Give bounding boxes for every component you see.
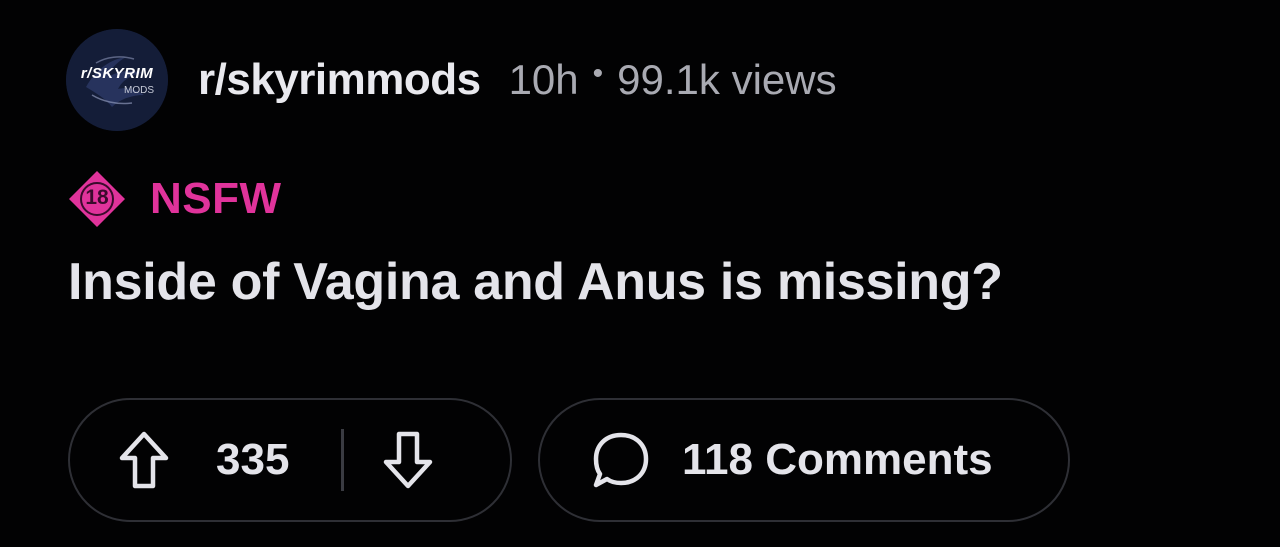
vote-count: 335	[216, 435, 290, 484]
nsfw-badge-text: 18	[85, 186, 109, 209]
subreddit-name-link[interactable]: r/skyrimmods	[198, 55, 481, 105]
vote-bar: 335	[68, 398, 512, 522]
comments-button[interactable]: 118 Comments	[538, 398, 1070, 522]
comment-bubble-icon	[590, 429, 652, 491]
meta-separator: •	[592, 57, 604, 90]
upvote-arrow-icon	[119, 431, 169, 489]
downvote-button[interactable]	[382, 430, 434, 490]
comment-count-label: 118 Comments	[682, 435, 993, 484]
avatar-logo-text: r/SKYRIM	[80, 65, 154, 82]
nsfw-18-icon: 18	[68, 170, 126, 228]
post-header: r/SKYRIM MODS r/skyrimmods 10h • 99.1k v…	[66, 29, 837, 131]
nsfw-tag: 18 NSFW	[68, 170, 282, 228]
post-title[interactable]: Inside of Vagina and Anus is missing?	[68, 252, 1003, 312]
post-card[interactable]: r/SKYRIM MODS r/skyrimmods 10h • 99.1k v…	[0, 0, 1280, 547]
avatar-logo-subtext: MODS	[124, 85, 154, 96]
downvote-arrow-icon	[384, 431, 433, 489]
post-age: 10h	[508, 56, 579, 103]
nsfw-label: NSFW	[150, 174, 282, 223]
upvote-button[interactable]	[118, 430, 170, 490]
subreddit-avatar[interactable]: r/SKYRIM MODS	[66, 29, 168, 131]
vote-divider	[341, 429, 345, 491]
post-views: 99.1k views	[617, 56, 837, 103]
